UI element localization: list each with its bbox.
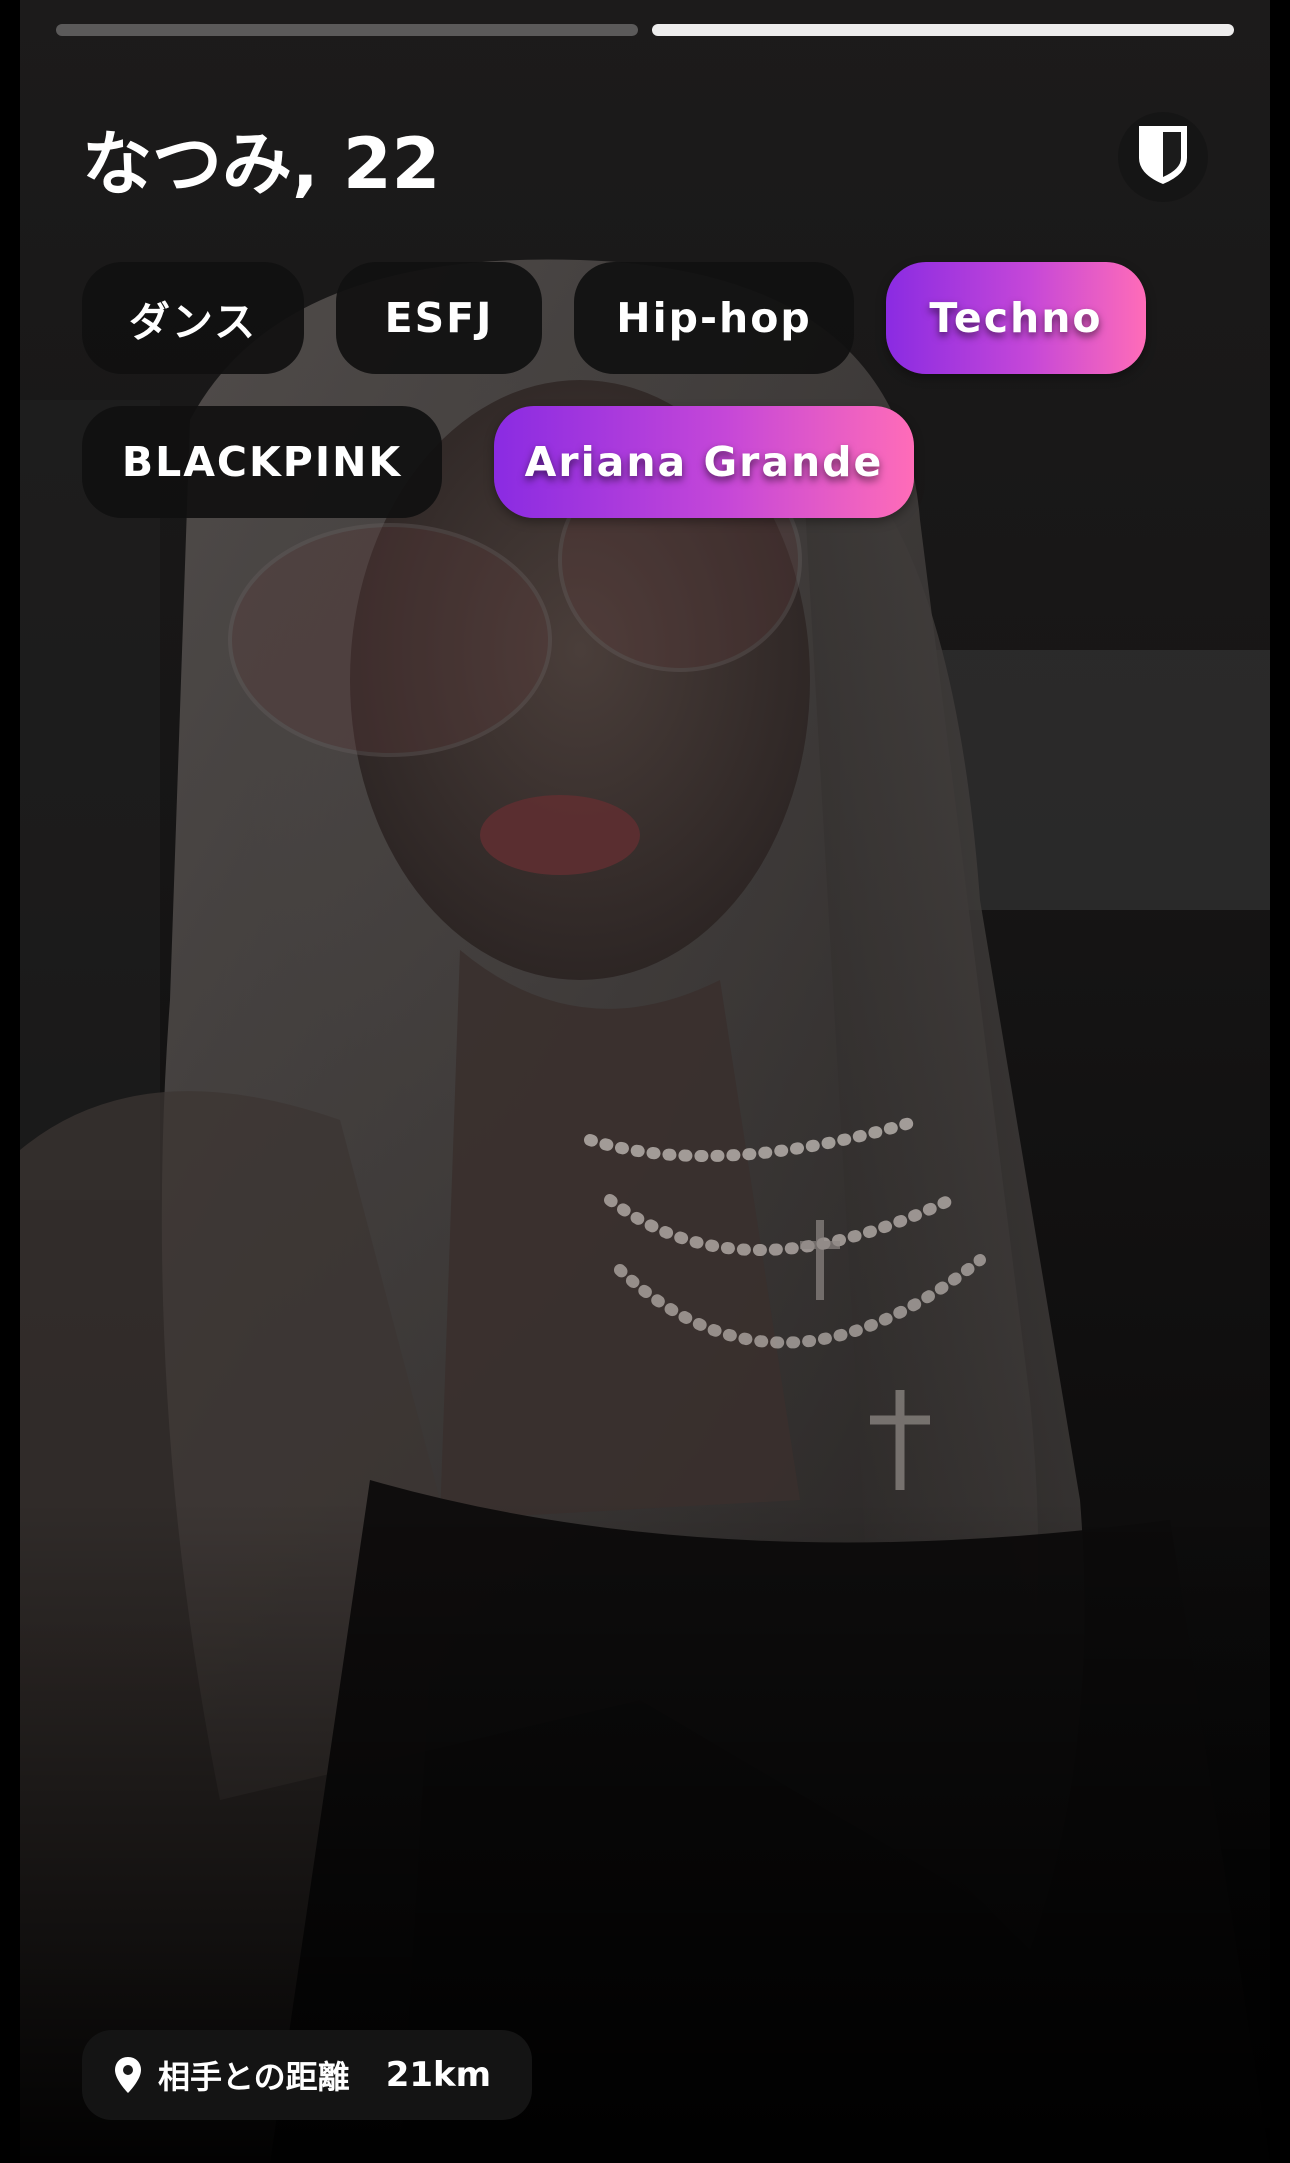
tag-hiphop[interactable]: Hip-hop [574, 262, 854, 374]
profile-card[interactable]: なつみ, 22 ダンス ESFJ Hip-hop Techno BLACKPIN… [20, 0, 1270, 2163]
distance-label: 相手との距離 [158, 2058, 350, 2096]
shield-icon [1135, 122, 1191, 192]
tag-techno[interactable]: Techno [886, 262, 1146, 374]
progress-segment-active[interactable] [652, 24, 1234, 36]
progress-segment[interactable] [56, 24, 638, 36]
tag-ariana-grande[interactable]: Ariana Grande [494, 406, 914, 518]
tag-blackpink[interactable]: BLACKPINK [82, 406, 442, 518]
tag-dance[interactable]: ダンス [82, 262, 304, 374]
photo-progress-bar [56, 24, 1234, 36]
safety-button[interactable] [1118, 112, 1208, 202]
profile-name-age: なつみ, 22 [82, 123, 441, 205]
profile-screen: なつみ, 22 ダンス ESFJ Hip-hop Techno BLACKPIN… [0, 0, 1290, 2163]
tag-esfj[interactable]: ESFJ [336, 262, 542, 374]
location-pin-icon [114, 2055, 144, 2095]
distance-value: 21km [385, 2055, 492, 2095]
distance-badge: 相手との距離 21km [82, 2030, 532, 2120]
